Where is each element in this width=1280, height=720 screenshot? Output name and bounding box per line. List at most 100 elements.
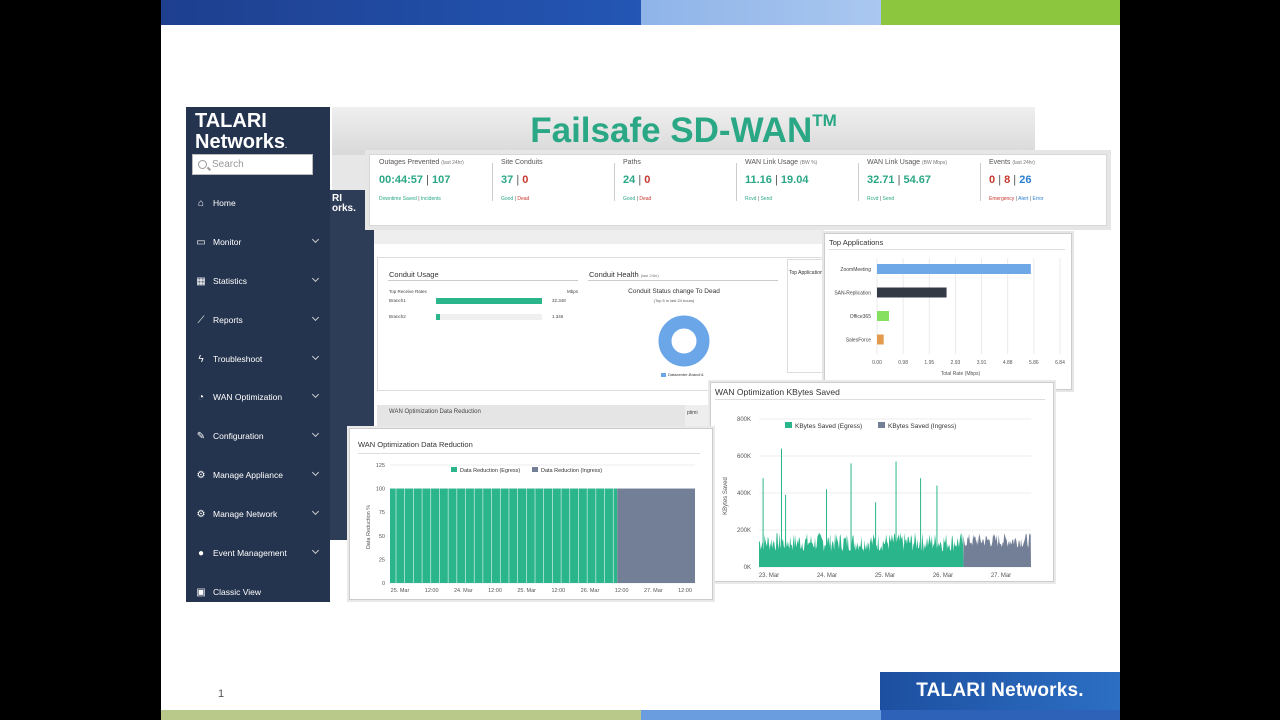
chevron-down-icon xyxy=(311,274,320,283)
sidebar-item-manage-network[interactable]: ⚙ Manage Network xyxy=(186,504,330,524)
health-legend: Datacenter-Branch1 xyxy=(661,372,704,377)
conduit-usage-title: Conduit Usage xyxy=(389,270,439,279)
search-icon xyxy=(198,160,207,169)
x-tick-label: 4.88 xyxy=(1003,360,1013,366)
sidebar-item-monitor[interactable]: ▭ Monitor xyxy=(186,232,330,252)
kbytes-title: WAN Optimization KBytes Saved xyxy=(715,387,840,397)
conduit-health-panel: Conduit Usage Top Receive Rates Mbps Bra… xyxy=(377,257,826,391)
stats-strip: Outages Prevented (last 24hr) 00:44:57 | … xyxy=(369,154,1107,226)
footer-brand: TALARI Networks. xyxy=(880,672,1120,710)
x-tick-label: 23. Mar xyxy=(759,573,779,579)
kbytes-chart: 800K 600K 400K 200K 0K KBytes Saved KBytes Sav… xyxy=(723,417,1031,579)
talari-logo: TALARI Networks. xyxy=(195,110,287,153)
search-input[interactable]: Search xyxy=(192,154,313,175)
conduit-row-value: 32.348 xyxy=(552,298,566,303)
y-tick-label: 0K xyxy=(744,565,751,571)
x-tick-label: 27. Mar xyxy=(991,573,1011,579)
kbytes-saved-panel: WAN Optimization KBytes Saved 800K 600K 40… xyxy=(710,382,1054,582)
monitor-icon: ▭ xyxy=(196,236,206,248)
stat-value: 00:44:57 | 107 xyxy=(379,174,451,186)
legend-swatch-ingress xyxy=(532,467,538,472)
y-tick-label: 50 xyxy=(379,534,385,540)
sidebar-item-reports[interactable]: ⟋ Reports xyxy=(186,310,330,330)
sidebar-item-event-management[interactable]: ● Event Management xyxy=(186,543,330,563)
slide-number: 1 xyxy=(218,688,225,700)
sidebar-item-label: Statistics xyxy=(213,276,248,286)
chevron-down-icon xyxy=(311,235,320,244)
x-tick-label: 3.91 xyxy=(977,360,987,366)
top-apps-title: Top Applications xyxy=(829,238,884,247)
category-label: SalesForce xyxy=(846,338,872,344)
y-tick-label: 100 xyxy=(376,487,385,493)
sidebar: TALARI Networks. Search ⌂ Home ▭ Monitor ▦ Sta… xyxy=(186,107,330,602)
chevron-down-icon xyxy=(311,390,320,399)
bar xyxy=(877,311,890,321)
conduit-unit: Mbps xyxy=(567,289,579,294)
chevron-down-icon xyxy=(311,546,320,555)
sidebar-item-classic-view[interactable]: ▣ Classic View xyxy=(186,582,330,602)
sidebar-item-manage-appliance[interactable]: ⚙ Manage Appliance xyxy=(186,465,330,485)
line-chart-icon: ⟋ xyxy=(197,314,205,326)
top-applications-panel: Top Applications 0.00 0.98 1.95 2.93 3.91 4.8… xyxy=(824,233,1072,390)
x-tick-label: 26. Mar xyxy=(581,588,600,594)
data-reduction-chart: 125 100 75 50 25 0 Data Reduction % Data Reduct… xyxy=(366,463,695,594)
stat-sub: Downtime Saved | Incidents xyxy=(379,196,441,202)
sidebar-item-label: Home xyxy=(213,198,236,208)
x-tick-label: 6.84 xyxy=(1055,360,1065,366)
classic-view-icon: ▣ xyxy=(196,586,206,598)
speedometer-icon: ◔ xyxy=(197,391,205,403)
stat-sub: Rcvd | Send xyxy=(867,196,895,202)
health-chart-subtitle: (Top 5 in last 24 hours) xyxy=(653,298,695,303)
sidebar-item-label: Manage Appliance xyxy=(213,470,283,480)
chevron-down-icon xyxy=(311,352,320,361)
x-tick-label: 0.00 xyxy=(872,360,882,366)
category-label: ZoomMeeting xyxy=(840,267,871,273)
stat-label: WAN Link Usage (BW %) xyxy=(745,159,818,166)
health-chart-title: Conduit Status change To Dead xyxy=(628,288,720,295)
stat-card: Paths 24 | 0 Good | Dead xyxy=(614,155,736,225)
legend-swatch-egress xyxy=(785,422,792,428)
sidebar-item-statistics[interactable]: ▦ Statistics xyxy=(186,271,330,291)
top-color-bar xyxy=(161,0,1120,25)
legend-swatch-ingress xyxy=(878,422,885,428)
x-tick-label: 24. Mar xyxy=(817,573,837,579)
x-tick-label: 24. Mar xyxy=(454,588,473,594)
conduit-bar xyxy=(436,314,441,320)
sidebar-item-label: Event Management xyxy=(213,548,287,558)
x-tick-label: 12:00 xyxy=(488,588,502,594)
x-tick-label: 2.93 xyxy=(951,360,961,366)
stat-sub: Rcvd | Send xyxy=(745,196,773,202)
x-tick-label: 1.95 xyxy=(924,360,934,366)
y-tick-label: 0 xyxy=(382,581,385,587)
gear-icon: ⚙ xyxy=(196,469,206,481)
y-axis-label: KBytes Saved xyxy=(723,477,729,515)
ghost-wan-reduction: WAN Optimization Data Reduction xyxy=(377,405,685,427)
y-tick-label: 800K xyxy=(737,417,751,423)
sidebar-item-troubleshoot[interactable]: ϟ Troubleshoot xyxy=(186,349,330,369)
ghost-top-apps: Top Applications xyxy=(787,259,829,373)
sidebar-item-configuration[interactable]: ✎ Configuration xyxy=(186,426,330,446)
x-tick-label: 0.98 xyxy=(898,360,908,366)
health-donut xyxy=(658,315,710,367)
gears-icon: ⚙ xyxy=(196,508,206,520)
ingress-area xyxy=(963,533,1031,567)
stat-label: Paths xyxy=(623,159,641,166)
sidebar-item-home[interactable]: ⌂ Home xyxy=(186,193,330,213)
stat-label: Events (last 24hr) xyxy=(989,159,1035,166)
stat-value: 32.71 | 54.67 xyxy=(867,174,932,186)
sidebar-item-label: Classic View xyxy=(213,587,262,597)
conduit-bar-track xyxy=(436,298,542,304)
stat-value: 11.16 | 19.04 xyxy=(745,174,809,186)
conduit-row-name: Branch1 xyxy=(389,298,406,303)
chevron-down-icon xyxy=(311,313,320,322)
stat-value: 24 | 0 xyxy=(623,174,651,186)
egress-area xyxy=(759,532,964,567)
x-tick-label: 12:00 xyxy=(678,588,692,594)
sidebar-item-wan-optimization[interactable]: ◔ WAN Optimization xyxy=(186,387,330,407)
stat-card: WAN Link Usage (BW Mbps) 32.71 | 54.67 Rcv… xyxy=(858,155,980,225)
chevron-down-icon xyxy=(311,507,320,516)
stat-value: 37 | 0 xyxy=(501,174,529,186)
x-tick-label: 26. Mar xyxy=(933,573,953,579)
sidebar-item-label: Manage Network xyxy=(213,509,278,519)
x-tick-label: 5.86 xyxy=(1029,360,1039,366)
